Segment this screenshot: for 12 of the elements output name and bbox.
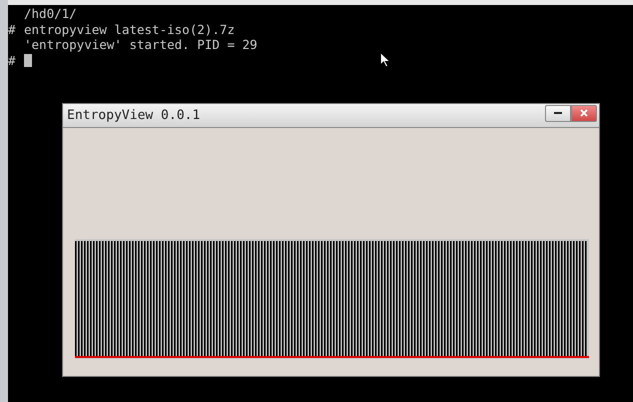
minimize-icon bbox=[554, 112, 562, 114]
prompt: # bbox=[8, 22, 17, 38]
minimize-button[interactable] bbox=[545, 104, 571, 122]
terminal-line: 'entropyview' started. PID = 29 bbox=[24, 37, 258, 54]
close-button[interactable] bbox=[571, 104, 597, 122]
prompt: # bbox=[8, 53, 17, 69]
text-cursor bbox=[24, 54, 32, 68]
terminal-line: /hd0/1/ bbox=[24, 6, 77, 22]
terminal-line: entropyview latest-iso(2).7z bbox=[24, 22, 235, 38]
mouse-pointer-icon bbox=[380, 52, 391, 68]
window-title: EntropyView 0.0.1 bbox=[67, 108, 200, 123]
close-icon bbox=[580, 109, 588, 117]
